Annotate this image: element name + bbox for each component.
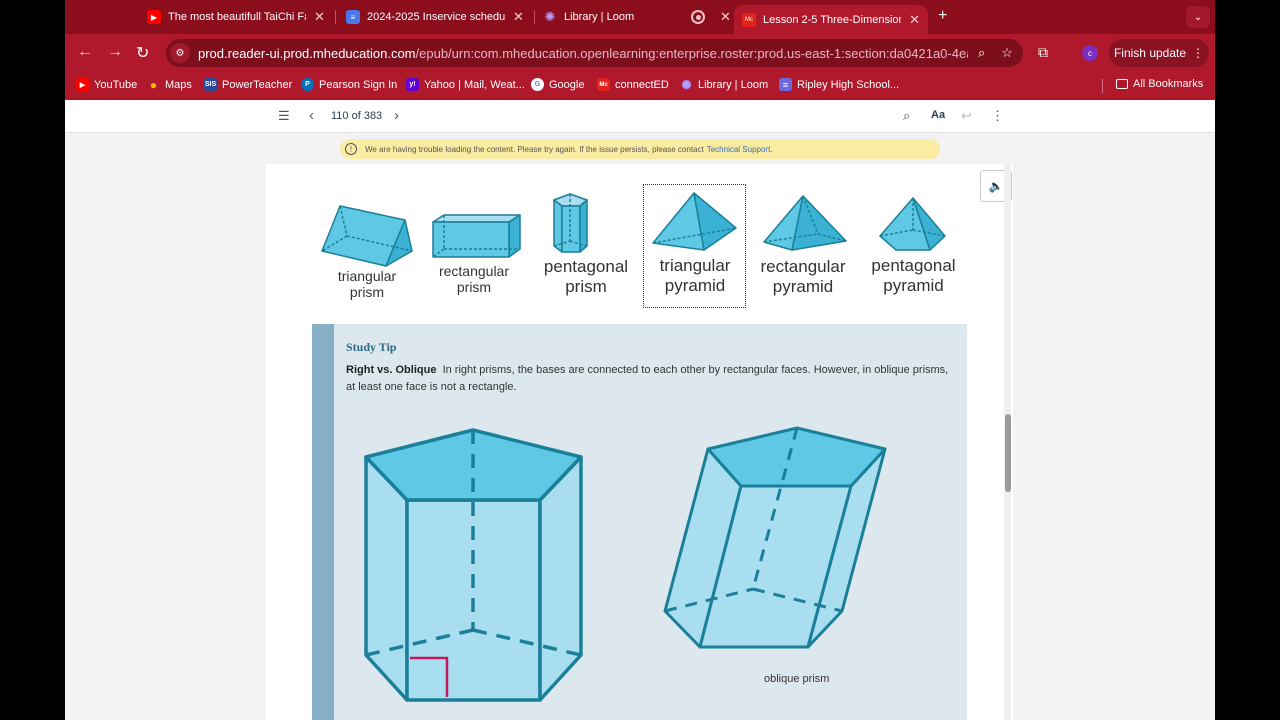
- label-rectangular-pyramid: rectangular pyramid: [760, 257, 846, 296]
- reader-toolbar: ☰ ‹ 110 of 383 › ⌕ Aa ↩ ⋮: [65, 100, 1215, 133]
- bookmark-loom[interactable]: ✺ Library | Loom: [680, 77, 768, 92]
- tab-search-button[interactable]: ⌄: [1186, 6, 1210, 28]
- table-of-contents-icon[interactable]: ☰: [278, 108, 290, 124]
- tab-recording[interactable]: ✕: [691, 6, 731, 28]
- close-icon[interactable]: ✕: [513, 9, 524, 25]
- bookmark-star-icon[interactable]: ☆: [1001, 45, 1013, 61]
- tab-separator: [534, 10, 535, 24]
- more-vert-icon[interactable]: ⋮: [991, 108, 1004, 124]
- technical-support-link[interactable]: Technical Support.: [707, 145, 773, 154]
- bookmark-powerteacher[interactable]: SIS PowerTeacher: [204, 78, 292, 91]
- oblique-prism-label: oblique prism: [764, 673, 830, 685]
- yahoo-icon: y!: [406, 78, 419, 91]
- label-triangular-pyramid: triangular pyramid: [659, 256, 731, 295]
- close-icon[interactable]: ✕: [720, 9, 731, 25]
- reload-button[interactable]: ↻: [136, 43, 149, 63]
- bookmark-google[interactable]: G Google: [531, 78, 584, 91]
- site-info-icon[interactable]: ⚙: [170, 43, 190, 63]
- record-icon: [691, 10, 705, 24]
- sis-icon: SIS: [204, 78, 217, 91]
- loom-icon: ✺: [544, 9, 556, 24]
- folder-icon: [1116, 79, 1128, 89]
- book-page: triangular prism rectangular prism pentago…: [266, 164, 1013, 720]
- scrollbar-thumb[interactable]: [1005, 414, 1011, 492]
- url-text: prod.reader-ui.prod.mheducation.com/epub…: [198, 45, 968, 61]
- next-page-button[interactable]: ›: [394, 107, 399, 124]
- bookmark-pearson[interactable]: P Pearson Sign In: [301, 78, 397, 91]
- all-bookmarks-button[interactable]: All Bookmarks: [1116, 78, 1203, 90]
- previous-page-button[interactable]: ‹: [309, 107, 314, 124]
- loom-icon: ✺: [681, 77, 692, 92]
- label-triangular-prism: triangular prism: [337, 268, 397, 301]
- bookmark-ripley[interactable]: ≡ Ripley High School...: [779, 78, 899, 91]
- tab-lesson[interactable]: Mc Lesson 2-5 Three-Dimension ✕: [734, 5, 928, 34]
- label-rectangular-prism: rectangular prism: [438, 263, 510, 296]
- extensions-icon[interactable]: ⧉: [1038, 44, 1048, 61]
- rectangular-prism-figure: [432, 214, 521, 258]
- browser-window: ▶ The most beautifull TaiChi Fa ✕ ≡ 2024…: [65, 0, 1215, 720]
- tab-inservice[interactable]: ≡ 2024-2025 Inservice schedul ✕: [346, 6, 528, 28]
- finish-update-button[interactable]: Finish update ⋮: [1109, 39, 1209, 67]
- mheducation-icon: Mc: [597, 78, 610, 91]
- speaker-icon: 🔈: [988, 179, 1004, 193]
- maps-icon: ●: [149, 77, 158, 92]
- list-icon: ≡: [779, 78, 792, 91]
- warning-banner: ! We are having trouble loading the cont…: [340, 139, 940, 159]
- zoom-icon[interactable]: ⌕: [978, 45, 985, 61]
- address-bar[interactable]: ⚙ prod.reader-ui.prod.mheducation.com/ep…: [166, 39, 1023, 67]
- search-icon[interactable]: ⌕: [903, 108, 910, 124]
- youtube-icon: ▶: [147, 10, 161, 24]
- bookmarks-bar: ▶ YouTube ● Maps SIS PowerTeacher P Pear…: [65, 72, 1215, 100]
- bookmark-youtube[interactable]: ▶ YouTube: [76, 78, 137, 91]
- tab-separator: [335, 10, 336, 24]
- undo-icon[interactable]: ↩: [961, 108, 972, 124]
- google-icon: G: [531, 78, 544, 91]
- page-count: 110 of 383: [331, 110, 383, 122]
- new-tab-button[interactable]: +: [938, 7, 947, 25]
- avatar[interactable]: c: [1082, 45, 1098, 61]
- label-pentagonal-pyramid: pentagonal pyramid: [871, 256, 956, 295]
- bookmark-maps[interactable]: ● Maps: [147, 77, 192, 92]
- tab-loom[interactable]: ✺ Library | Loom: [543, 6, 683, 28]
- oblique-prism-figure: [663, 426, 887, 649]
- right-prism-figure: [364, 428, 583, 702]
- tab-taichi[interactable]: ▶ The most beautifull TaiChi Fa ✕: [147, 6, 329, 28]
- pearson-icon: P: [301, 78, 314, 91]
- label-pentagonal-prism: pentagonal prism: [543, 257, 629, 296]
- forward-button[interactable]: →: [107, 43, 123, 61]
- rectangular-pyramid-figure: [763, 195, 847, 251]
- youtube-icon: ▶: [76, 78, 89, 91]
- bookmark-connected[interactable]: Mc connectED: [597, 78, 669, 91]
- pentagonal-prism-figure: [553, 193, 588, 253]
- warning-icon: !: [345, 143, 357, 155]
- triangular-prism-figure: [321, 205, 413, 267]
- bookmark-yahoo[interactable]: y! Yahoo | Mail, Weat...: [406, 78, 525, 91]
- close-icon[interactable]: ✕: [314, 9, 325, 25]
- more-vert-icon: ⋮: [1192, 46, 1205, 60]
- close-icon[interactable]: ✕: [909, 12, 920, 28]
- text-settings-button[interactable]: Aa: [931, 109, 945, 121]
- browser-toolbar: ← → ↻ ⚙ prod.reader-ui.prod.mheducation.…: [65, 34, 1215, 72]
- tab-strip: ▶ The most beautifull TaiChi Fa ✕ ≡ 2024…: [65, 0, 1215, 34]
- pentagonal-pyramid-figure: [879, 197, 946, 251]
- reader-content: ! We are having trouble loading the cont…: [65, 134, 1215, 720]
- back-button[interactable]: ←: [77, 43, 93, 61]
- chevron-down-icon: ⌄: [1193, 11, 1203, 23]
- docs-icon: ≡: [346, 10, 360, 24]
- mheducation-icon: Mc: [742, 12, 756, 27]
- study-tip-box: Study Tip Right vs. Oblique In right pri…: [312, 324, 967, 720]
- bookmarks-separator: [1102, 79, 1103, 93]
- prism-diagrams: [364, 426, 887, 702]
